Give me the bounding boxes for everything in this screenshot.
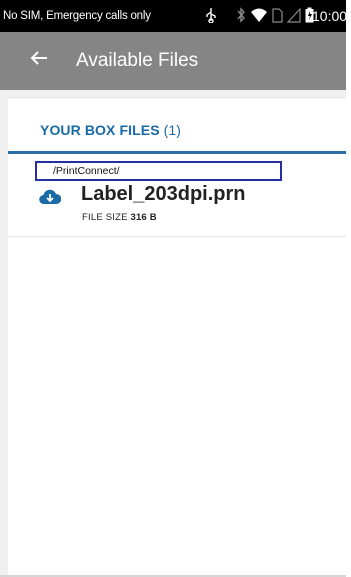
file-size-value: 316 B xyxy=(130,212,157,223)
file-list-panel: YOUR BOX FILES (1) /PrintConnect/ Label_… xyxy=(8,99,346,577)
file-size-label: FILE SIZE xyxy=(82,212,128,223)
sim-icon xyxy=(272,8,283,23)
screen: No SIM, Emergency calls only 10:00 Avail… xyxy=(0,0,346,577)
section-count: (1) xyxy=(163,122,182,138)
bluetooth-icon xyxy=(237,7,245,23)
page-title: Available Files xyxy=(76,50,199,71)
section-title: YOUR BOX FILES xyxy=(40,122,160,138)
status-bar: No SIM, Emergency calls only 10:00 xyxy=(0,0,346,32)
file-size: FILE SIZE 316 B xyxy=(82,212,157,223)
status-time: 10:00 xyxy=(312,8,346,24)
file-list-item[interactable]: /PrintConnect/ Label_203dpi.prn FILE SIZ… xyxy=(8,156,346,237)
file-path: /PrintConnect/ xyxy=(53,165,120,177)
status-icons xyxy=(204,7,314,23)
row-divider xyxy=(8,236,346,237)
carrier-status-text: No SIM, Emergency calls only xyxy=(3,10,151,22)
file-name: Label_203dpi.prn xyxy=(81,183,246,205)
section-divider xyxy=(8,151,346,154)
section-header: YOUR BOX FILES (1) xyxy=(40,122,181,138)
back-arrow-icon[interactable] xyxy=(30,49,48,67)
usb-icon xyxy=(206,8,216,23)
wifi-icon xyxy=(251,8,267,22)
signal-icon xyxy=(287,7,301,23)
app-bar: Available Files xyxy=(0,32,346,90)
cloud-download-icon xyxy=(39,189,61,205)
